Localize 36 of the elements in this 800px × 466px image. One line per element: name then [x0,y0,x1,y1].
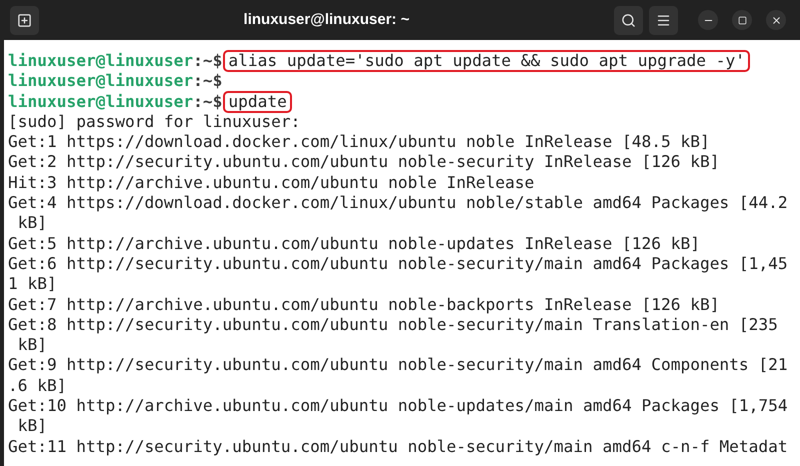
menu-button[interactable] [649,6,678,34]
output-line: .6 kB] [8,376,68,396]
output-line: Get:9 http://security.ubuntu.com/ubuntu noble-security/main amd64 Components [21 [8,355,789,376]
prompt-path: :~$ [193,90,222,113]
close-icon [770,14,782,26]
search-button[interactable] [614,6,643,34]
command-text: alias update='sudo apt update && sudo apt upgrade -y' [223,50,750,72]
output-line: kB] [16,416,48,437]
new-tab-icon [17,12,32,28]
new-tab-button[interactable] [10,6,39,34]
close-button[interactable] [766,10,786,30]
output-line: 1 kB] [8,274,58,295]
maximize-icon [738,16,746,24]
search-icon [621,12,636,28]
output-line: kB] [16,213,48,234]
output-line: Get:11 http://security.ubuntu.com/ubuntu noble-security/main amd64 c-n-f Metadat [8,436,789,457]
output-line: Get:4 https://download.docker.com/linux/ubuntu noble/stable amd64 Packages [44.2 [8,193,789,214]
output-line: Get:10 http://archive.ubuntu.com/ubuntu noble-updates/main amd64 Packages [1,754 [8,396,789,416]
output-line: [sudo] password for linuxuser: [8,112,302,132]
output-line: Get:8 http://security.ubuntu.com/ubuntu noble-security/main Translation-en [235 [8,314,779,336]
output-line: kB] [16,335,48,356]
window-title: linuxuser@linuxuser: ~ [244,10,410,30]
output-line: Hit:3 http://archive.ubuntu.com/ubuntu noble InRelease [8,172,536,194]
output-line: Get:7 http://archive.ubuntu.com/ubuntu noble-backports InRelease [126 kB] [8,294,720,315]
prompt-user-host: linuxuser@linuxuser [8,50,194,72]
output-line: Get:6 http://security.ubuntu.com/ubuntu noble-security/main amd64 Packages [1,45 [8,254,789,274]
maximize-button[interactable] [732,10,752,30]
prompt-path: :~$ [193,70,222,92]
prompt-user-host: linuxuser@linuxuser [8,70,194,92]
menu-icon [656,12,671,28]
prompt-path: :~$ [193,50,222,72]
output-line: Get:5 http://archive.ubuntu.com/ubuntu noble-updates InRelease [126 kB] [8,234,701,254]
command-text: update [223,90,292,113]
output-line: Get:2 http://security.ubuntu.com/ubuntu noble-security InRelease [126 kB] [8,152,720,173]
prompt-user-host: linuxuser@linuxuser [8,90,194,113]
output-line: Get:1 https://download.docker.com/linux/ubuntu noble InRelease [48.5 kB] [8,132,711,152]
